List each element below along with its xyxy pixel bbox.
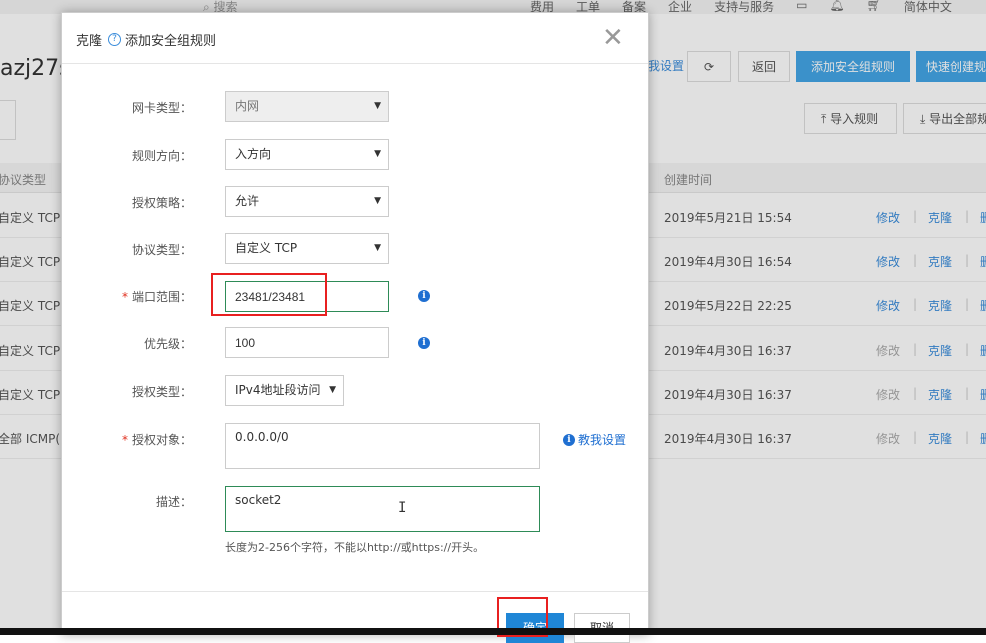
chevron-down-icon: ▼ (374, 196, 381, 206)
policy-select[interactable]: 允许 ▼ (225, 186, 389, 217)
chevron-down-icon: ▼ (374, 149, 381, 159)
help-icon[interactable]: ? (108, 33, 122, 46)
footer-divider (62, 591, 648, 592)
direction-label: 规则方向： (131, 149, 192, 163)
auth-object-label-text: 授权对象： (131, 433, 192, 447)
priority-input[interactable] (225, 327, 389, 358)
teach-me-link[interactable]: i 教我设置 (563, 431, 626, 448)
nic-type-value: 内网 (235, 99, 260, 113)
direction-value: 入方向 (235, 147, 272, 161)
dialog-title-prefix: 克隆 (76, 34, 103, 49)
chevron-down-icon: ▼ (374, 243, 381, 253)
dialog-title: 克隆 ? 添加安全组规则 (76, 30, 216, 49)
title-divider (62, 63, 648, 64)
teach-me-label: 教我设置 (578, 433, 627, 447)
close-icon[interactable]: ✕ (602, 25, 624, 51)
add-rule-dialog: 克隆 ? 添加安全组规则 ✕ 网卡类型： 内网 ▼ 规则方向： 入方向 ▼ 授权… (61, 12, 649, 643)
auth-type-label: 授权类型： (131, 385, 192, 399)
auth-object-label: * 授权对象： (62, 431, 192, 448)
required-mark: * (121, 433, 128, 447)
direction-select[interactable]: 入方向 ▼ (225, 139, 389, 170)
port-range-label: * 端口范围： (62, 288, 192, 305)
auth-object-value: 0.0.0.0/0 (235, 430, 289, 444)
info-icon[interactable]: i (418, 290, 430, 302)
highlight-box-port (211, 273, 327, 316)
chevron-down-icon: ▼ (329, 385, 336, 395)
auth-type-select[interactable]: IPv4地址段访问 ▼ (225, 375, 344, 406)
port-range-label-text: 端口范围： (131, 290, 192, 304)
priority-label: 优先级： (143, 337, 192, 351)
text-cursor-icon: I (398, 500, 407, 516)
chevron-down-icon: ▼ (374, 101, 381, 111)
protocol-value: 自定义 TCP (235, 241, 298, 255)
info-icon[interactable]: i (418, 337, 430, 349)
dialog-title-text: 添加安全组规则 (125, 34, 217, 49)
protocol-label: 协议类型： (131, 243, 192, 257)
info-icon: i (563, 433, 575, 446)
auth-object-textarea[interactable]: 0.0.0.0/0 (225, 423, 540, 469)
nic-type-label: 网卡类型： (131, 101, 192, 115)
description-textarea[interactable]: socket2 (225, 486, 540, 532)
nic-type-select: 内网 ▼ (225, 91, 389, 122)
required-mark: * (121, 290, 128, 304)
protocol-select[interactable]: 自定义 TCP ▼ (225, 233, 389, 264)
description-hint: 长度为2-256个字符，不能以http://或https://开头。 (225, 541, 485, 554)
policy-value: 允许 (235, 194, 260, 208)
policy-label: 授权策略： (131, 196, 192, 210)
bottom-bar (0, 628, 986, 635)
description-value: socket2 (235, 493, 282, 507)
auth-type-value: IPv4地址段访问 (235, 383, 321, 397)
description-label: 描述： (155, 495, 192, 509)
